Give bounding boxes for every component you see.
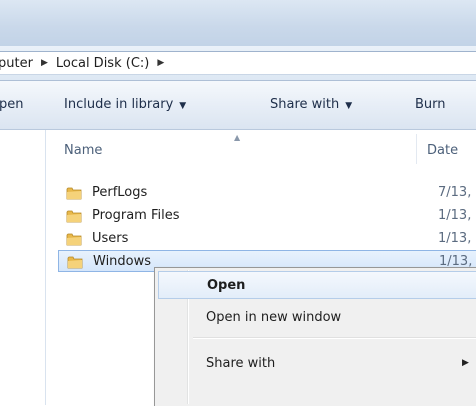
file-name: Users xyxy=(92,231,129,246)
column-header-name[interactable]: Name xyxy=(64,143,102,158)
burn-button[interactable]: Burn xyxy=(415,97,446,112)
share-with-label: Share with xyxy=(270,97,340,112)
file-date: 7/13, xyxy=(438,185,472,200)
breadcrumb-arrow-icon[interactable]: ▶ xyxy=(41,58,48,68)
folder-icon xyxy=(67,256,83,269)
file-date: 1/13, xyxy=(438,231,472,246)
file-name: Windows xyxy=(93,254,152,269)
context-menu-open-new-window[interactable]: Open in new window xyxy=(158,304,476,332)
window-titlebar xyxy=(0,0,476,46)
chevron-down-icon: ▼ xyxy=(179,101,187,111)
file-name: Program Files xyxy=(92,208,180,223)
context-menu-label: Open in new window xyxy=(206,310,342,325)
file-name: PerfLogs xyxy=(92,185,148,200)
context-menu: Open Open in new window Share with ▶ xyxy=(154,267,476,406)
folder-icon xyxy=(66,187,82,200)
breadcrumb-local-disk[interactable]: Local Disk (C:) xyxy=(56,56,149,71)
column-header-date[interactable]: Date xyxy=(427,143,458,158)
open-button[interactable]: pen xyxy=(0,97,24,112)
include-in-library-label: Include in library xyxy=(64,97,174,112)
file-row[interactable]: PerfLogs 7/13, xyxy=(58,182,476,204)
column-divider[interactable] xyxy=(416,134,417,164)
context-menu-label: Share with xyxy=(206,356,276,371)
context-menu-share-with[interactable]: Share with ▶ xyxy=(158,350,476,378)
include-in-library-button[interactable]: Include in library ▼ xyxy=(64,97,186,112)
context-menu-separator xyxy=(193,337,476,339)
share-with-button[interactable]: Share with ▼ xyxy=(270,97,352,112)
address-field[interactable]: puter ▶ Local Disk (C:) ▶ xyxy=(0,51,476,75)
file-date: 1/13, xyxy=(438,208,472,223)
breadcrumb-computer[interactable]: puter xyxy=(0,56,33,71)
chevron-down-icon: ▼ xyxy=(345,101,353,111)
file-row[interactable]: Users 1/13, xyxy=(58,228,476,250)
breadcrumb-arrow-icon[interactable]: ▶ xyxy=(157,58,164,68)
address-bar: puter ▶ Local Disk (C:) ▶ xyxy=(0,46,476,81)
submenu-arrow-icon: ▶ xyxy=(462,358,469,368)
folder-icon xyxy=(66,233,82,246)
sort-ascending-icon: ▲ xyxy=(234,133,241,142)
context-menu-label: Open xyxy=(207,278,246,293)
file-row[interactable]: Program Files 1/13, xyxy=(58,205,476,227)
context-menu-open[interactable]: Open xyxy=(158,271,476,299)
folder-icon xyxy=(66,210,82,223)
navigation-pane xyxy=(0,130,46,405)
column-header-row: Name ▲ Date xyxy=(46,130,476,166)
command-bar: pen Include in library ▼ Share with ▼ Burn xyxy=(0,81,476,130)
